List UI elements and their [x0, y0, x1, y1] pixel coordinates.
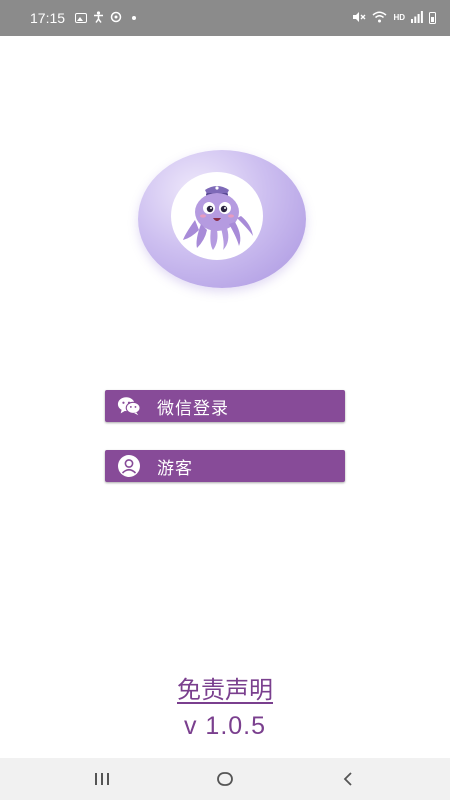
wifi-icon: [372, 11, 387, 25]
back-icon: [344, 772, 352, 786]
back-button[interactable]: [318, 758, 378, 800]
octopus-mascot-icon: [171, 172, 263, 260]
status-time: 17:15: [30, 10, 66, 26]
recents-icon: [94, 773, 109, 785]
dot-icon: [132, 16, 137, 20]
image-icon: [75, 13, 88, 23]
wechat-icon: [117, 394, 141, 418]
guest-button[interactable]: 游客: [105, 450, 345, 482]
home-icon: [217, 772, 233, 786]
recents-button[interactable]: [72, 758, 132, 800]
accessibility-icon: [93, 11, 104, 25]
status-icons-right: HD: [352, 11, 436, 25]
signal-icon: [411, 11, 423, 25]
guest-label: 游客: [157, 458, 193, 479]
wechat-login-button[interactable]: 微信登录: [105, 390, 345, 422]
mute-icon: [352, 11, 366, 25]
home-button[interactable]: [195, 758, 255, 800]
nav-bar: [0, 758, 450, 800]
sync-icon: [110, 11, 122, 25]
wechat-login-label: 微信登录: [157, 398, 229, 419]
disclaimer-link[interactable]: 免责声明: [0, 670, 450, 705]
status-icons-left: [75, 11, 137, 25]
version-text: v 1.0.5: [183, 712, 267, 740]
network-label: HD: [393, 13, 405, 22]
status-bar: 17:15 HD: [0, 0, 450, 36]
battery-icon: [429, 12, 436, 24]
user-icon: [117, 454, 141, 478]
